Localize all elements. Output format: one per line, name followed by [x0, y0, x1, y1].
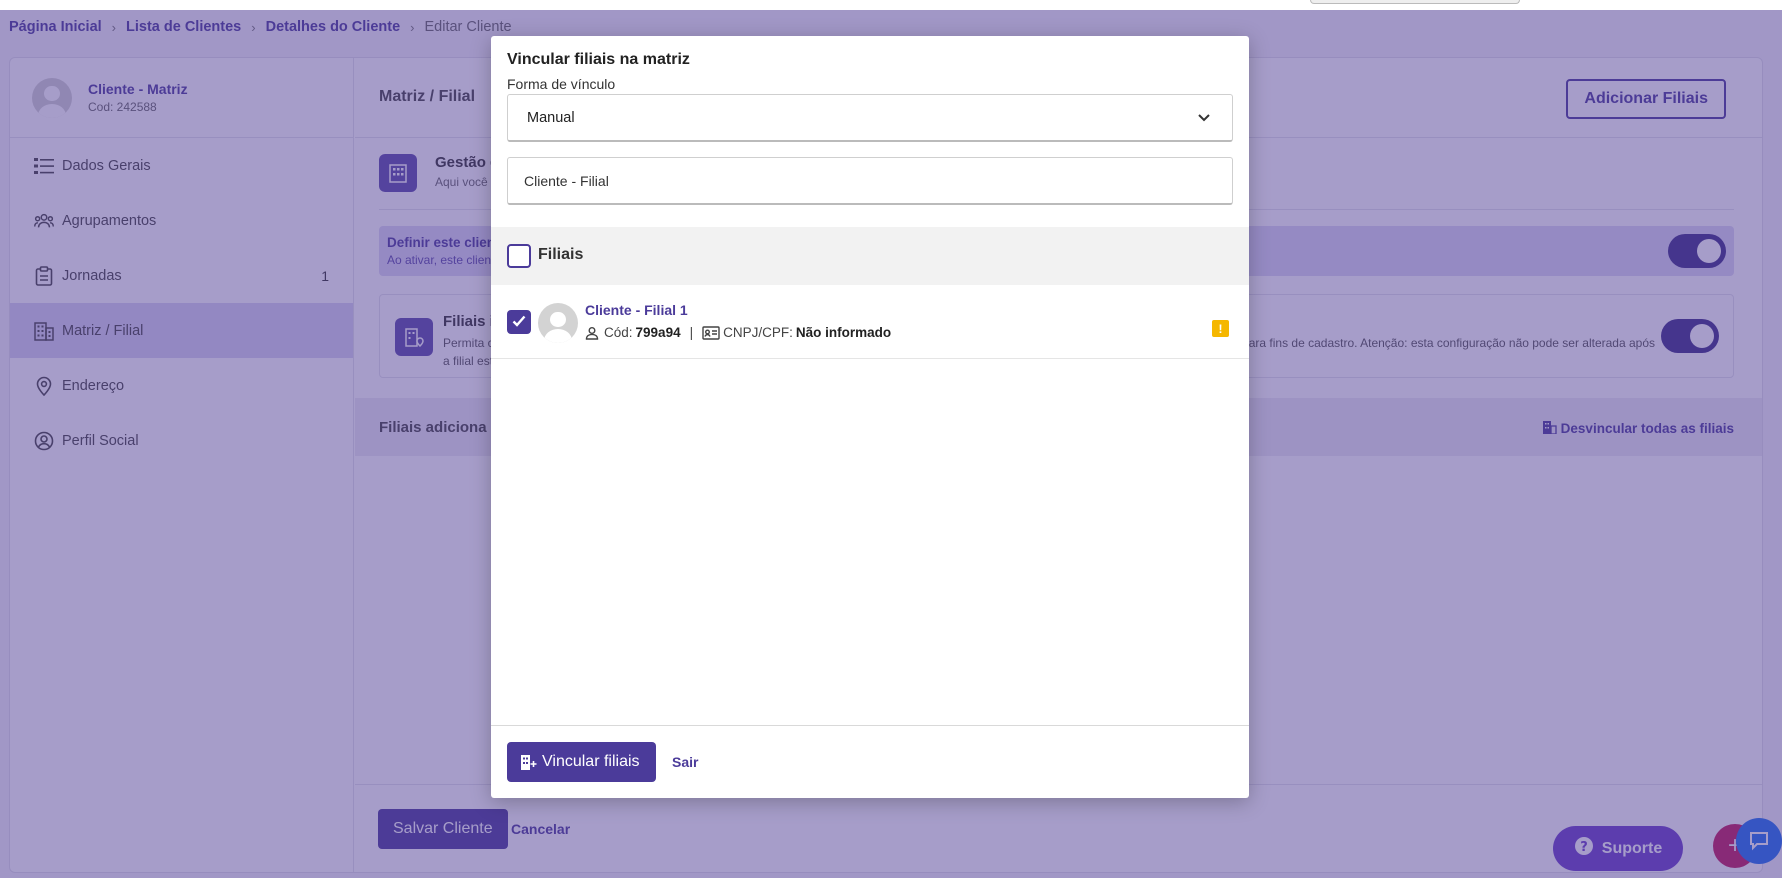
warning-icon: ! [1212, 320, 1229, 337]
select-all-checkbox[interactable] [507, 244, 531, 268]
filial-name[interactable]: Cliente - Filial 1 [585, 302, 688, 318]
link-type-label: Forma de vínculo [507, 76, 616, 92]
browser-tab-edge [1310, 0, 1520, 4]
person-icon [585, 326, 599, 340]
filiais-list-header: Filiais [491, 227, 1249, 285]
filial-doc-value: Não informado [795, 325, 892, 340]
check-icon [512, 314, 526, 330]
filial-code-label: Cód: [604, 325, 633, 340]
link-filiais-button[interactable]: Vincular filiais [507, 742, 656, 782]
row-checkbox[interactable] [507, 310, 531, 334]
divider [491, 725, 1249, 726]
filial-meta: Cód: 799a94 | CNPJ/CPF: Não informado [585, 325, 891, 340]
chevron-down-icon [1196, 109, 1212, 125]
filiais-list-title: Filiais [538, 246, 584, 263]
link-type-select[interactable]: Manual [507, 94, 1233, 142]
link-type-value: Manual [527, 109, 575, 126]
filial-doc-label: CNPJ/CPF: [723, 325, 793, 340]
top-strip [0, 0, 1782, 10]
avatar [538, 303, 578, 343]
search-input[interactable] [507, 157, 1233, 205]
exit-link[interactable]: Sair [672, 754, 698, 770]
id-card-icon [702, 325, 720, 340]
building-add-icon [521, 754, 537, 770]
modal-title: Vincular filiais na matriz [507, 51, 690, 68]
link-filiais-label: Vincular filiais [542, 753, 640, 770]
meta-separator: | [689, 325, 694, 340]
link-filiais-modal: Vincular filiais na matriz Forma de vínc… [491, 36, 1249, 798]
list-item[interactable]: Cliente - Filial 1 Cód: 799a94 | CNPJ/CP… [491, 285, 1249, 359]
filial-code-value: 799a94 [635, 325, 681, 340]
